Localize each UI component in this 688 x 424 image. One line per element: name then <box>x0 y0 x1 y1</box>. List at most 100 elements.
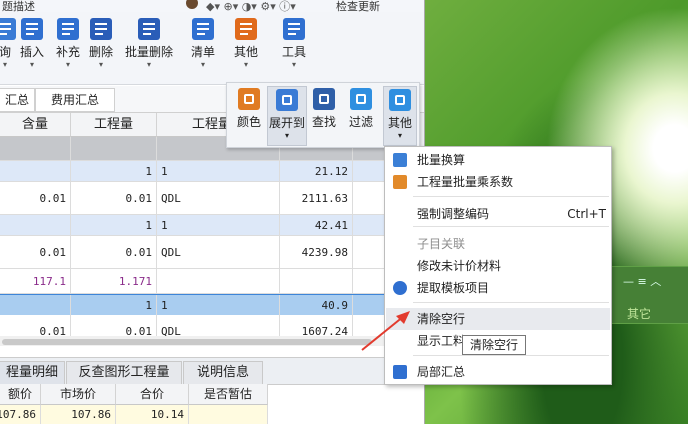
detail-col-provisional[interactable]: 是否暂估 <box>189 384 268 405</box>
avatar[interactable] <box>186 0 198 9</box>
table-cell[interactable]: QDL <box>157 182 280 215</box>
table-cell[interactable] <box>157 269 280 294</box>
table-cell[interactable] <box>0 215 71 236</box>
tools-icon <box>283 18 305 40</box>
col-header-quantity[interactable]: 工程量 <box>71 113 157 137</box>
table-cell[interactable]: 42.41 <box>280 215 353 236</box>
menu-separator <box>413 196 609 197</box>
ribbon-button-label: 补充 <box>55 45 80 59</box>
batch-convert-icon <box>393 153 407 167</box>
table-cell[interactable]: 0.01 <box>0 182 71 215</box>
mini-window[interactable]: — ≡ ︿ 其它 <box>608 266 688 324</box>
table-row[interactable]: 1 1 21.12 <box>0 161 412 182</box>
detail-col-total[interactable]: 合价 <box>116 384 189 405</box>
table-cell[interactable]: 1 <box>71 215 157 236</box>
table-cell[interactable]: 117.1 <box>0 269 71 294</box>
menu-item-1[interactable]: 工程量批量乘系数 <box>386 171 610 193</box>
grid-icon <box>389 89 411 111</box>
menu-item-2[interactable]: 强制调整编码 Ctrl+T <box>386 203 610 225</box>
table-cell[interactable]: 4239.98 <box>280 236 353 269</box>
delete-icon <box>90 18 112 40</box>
table-row[interactable]: 0.01 0.01 QDL 4239.98 <box>0 236 412 269</box>
ribbon-button-5[interactable]: 清单 ▾ <box>186 18 220 69</box>
table-cell[interactable] <box>0 295 71 316</box>
tab-description[interactable]: 说明信息 <box>183 361 263 384</box>
ribbon-button-2[interactable]: 补充 ▾ <box>50 18 86 69</box>
table-cell[interactable]: 2111.63 <box>280 182 353 215</box>
tab-reverse-lookup[interactable]: 反查图形工程量 <box>66 361 182 384</box>
table-row[interactable]: 1 1 40.9 <box>0 294 412 317</box>
ribbon-button-4[interactable]: 批量删除 ▾ <box>118 18 180 69</box>
table-cell[interactable]: 1.171 <box>71 269 157 294</box>
tab-fee-summary[interactable]: 费用汇总 <box>35 88 115 112</box>
floating-button-0[interactable]: 颜色 <box>233 86 265 144</box>
mini-window-label[interactable]: 其它 <box>627 305 651 322</box>
detail-tabs: 程量明细 反查图形工程量 说明信息 <box>0 357 424 385</box>
menu-item-3[interactable]: 子目关联 <box>386 233 610 255</box>
table-cell[interactable] <box>71 137 157 161</box>
table-row[interactable]: 117.1 1.171 <box>0 269 412 294</box>
menu-separator <box>413 355 609 356</box>
paint-bucket-icon <box>238 88 260 110</box>
chevron-down-icon: ▾ <box>146 60 151 69</box>
detail-cell[interactable]: 107.86 <box>0 405 41 424</box>
detail-col-quota-price[interactable]: 额价 <box>0 384 41 405</box>
tab-quantity-detail[interactable]: 程量明细 <box>0 361 65 384</box>
ribbon-toolbar: 询 ▾ 插入 ▾ 补充 ▾ 删除 ▾ 批量删除 ▾ 清单 ▾ 其他 ▾ 工具 ▾ <box>0 12 424 85</box>
table-cell[interactable]: 1 <box>71 295 157 316</box>
detail-cell[interactable]: 107.86 <box>41 405 116 424</box>
ribbon-button-label: 删除 <box>88 45 113 59</box>
menu-item-5[interactable]: 提取模板项目 <box>386 277 610 299</box>
floating-button-4[interactable]: 其他 ▾ <box>383 86 417 146</box>
menu-item-6[interactable]: 清除空行 <box>386 308 610 330</box>
horizontal-scroll-thumb[interactable] <box>2 339 372 345</box>
menu-item-label: 显示工料 <box>417 334 466 348</box>
ribbon-button-7[interactable]: 工具 ▾ <box>276 18 312 69</box>
partial-sum-icon <box>393 365 407 379</box>
detail-col-market-price[interactable]: 市场价 <box>41 384 116 405</box>
detail-cell[interactable] <box>189 405 268 424</box>
detail-table: 额价 市场价 合价 是否暂估 107.86 107.86 10.14 <box>0 384 412 424</box>
menu-item-4[interactable]: 修改未计价材料 <box>386 255 610 277</box>
table-row[interactable]: 1 1 42.41 <box>0 215 412 236</box>
ribbon-button-1[interactable]: 插入 ▾ <box>14 18 50 69</box>
chevron-down-icon: ▾ <box>200 60 205 69</box>
menu-item-label: 清除空行 <box>417 312 466 326</box>
floating-toolbar: 颜色 展开到 ▾ 查找 过滤 其他 ▾ <box>226 82 420 148</box>
floating-button-label: 颜色 <box>236 115 261 129</box>
table-cell[interactable]: 1 <box>157 161 280 182</box>
table-cell[interactable]: 1 <box>157 295 280 316</box>
floating-button-1[interactable]: 展开到 ▾ <box>267 86 307 146</box>
mini-window-controls[interactable]: — ≡ ︿ <box>623 273 683 288</box>
ribbon-button-6[interactable]: 其他 ▾ <box>230 18 262 69</box>
menu-item-label: 工程量批量乘系数 <box>417 175 514 189</box>
filter-icon <box>350 88 372 110</box>
menu-item-8[interactable]: 局部汇总 <box>386 361 610 383</box>
table-cell[interactable]: 40.9 <box>280 295 353 316</box>
table-cell[interactable] <box>280 269 353 294</box>
table-cell[interactable]: 21.12 <box>280 161 353 182</box>
table-cell[interactable]: 0.01 <box>71 182 157 215</box>
detail-cell[interactable]: 10.14 <box>116 405 189 424</box>
table-cell[interactable]: QDL <box>157 236 280 269</box>
menu-item-label: 批量换算 <box>417 153 466 167</box>
col-header-content[interactable]: 含量 <box>0 113 71 137</box>
batch-delete-icon <box>138 18 160 40</box>
floating-button-3[interactable]: 过滤 <box>343 86 379 144</box>
table-cell[interactable] <box>0 161 71 182</box>
table-cell[interactable]: 0.01 <box>0 236 71 269</box>
menu-item-label: 提取模板项目 <box>417 281 490 295</box>
table-cell[interactable]: 1 <box>71 161 157 182</box>
ribbon-button-3[interactable]: 删除 ▾ <box>86 18 116 69</box>
menu-item-label: 局部汇总 <box>417 365 466 379</box>
floating-button-2[interactable]: 查找 <box>307 86 341 144</box>
bill-icon <box>192 18 214 40</box>
ribbon-button-label: 插入 <box>19 45 44 59</box>
menu-item-0[interactable]: 批量换算 <box>386 149 610 171</box>
table-cell[interactable]: 1 <box>157 215 280 236</box>
detail-row[interactable]: 107.86 107.86 10.14 <box>0 405 412 424</box>
table-row[interactable]: 0.01 0.01 QDL 2111.63 <box>0 182 412 215</box>
tab-summary[interactable]: 汇总 <box>0 88 35 112</box>
table-cell[interactable]: 0.01 <box>71 236 157 269</box>
table-cell[interactable] <box>0 137 71 161</box>
